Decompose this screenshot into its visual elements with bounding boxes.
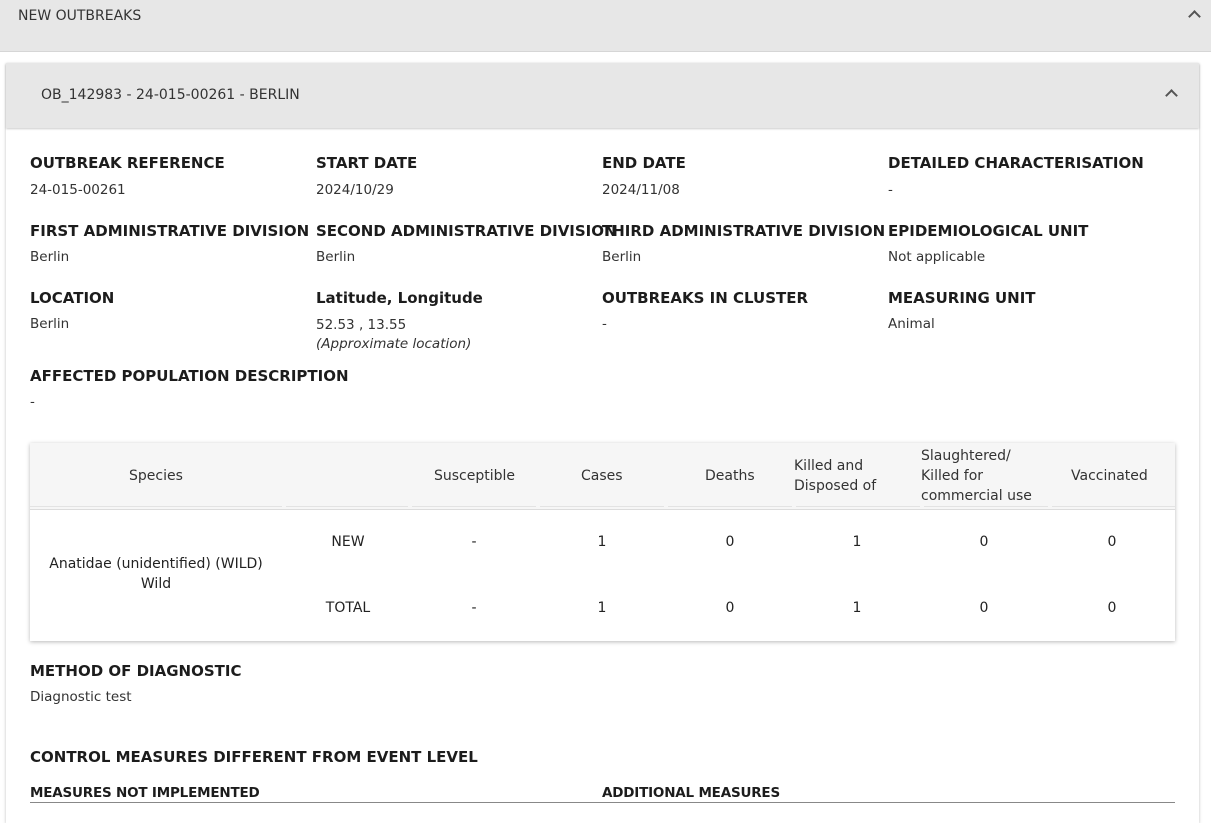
row-label-new: NEW xyxy=(331,534,365,550)
start-date-label: START DATE xyxy=(316,154,418,172)
third-admin-division-value: Berlin xyxy=(602,249,642,265)
location-label: LOCATION xyxy=(30,289,115,307)
end-date-label: END DATE xyxy=(602,154,686,172)
detailed-characterisation-label: DETAILED CHARACTERISATION xyxy=(888,154,1144,172)
cases-header: Cases xyxy=(581,468,623,484)
additional-measures-label: ADDITIONAL MEASURES xyxy=(602,785,780,801)
species-type: Wild xyxy=(140,576,172,592)
outbreak-reference-value: 24-015-00261 xyxy=(30,182,126,198)
slaughtered-header-line: commercial use xyxy=(921,488,1032,504)
vaccinated-header: Vaccinated xyxy=(1071,468,1148,484)
total-deaths: 0 xyxy=(725,600,735,616)
new-vaccinated: 0 xyxy=(1107,534,1117,550)
new-susceptible: - xyxy=(471,534,477,550)
outbreak-panel-header[interactable]: OB_142983 - 24-015-00261 - BERLIN xyxy=(6,63,1199,128)
section-title: NEW OUTBREAKS xyxy=(18,8,142,24)
header-cell-line xyxy=(286,506,408,507)
deaths-header: Deaths xyxy=(705,468,755,484)
start-date-value: 2024/10/29 xyxy=(316,182,394,198)
epidemiological-unit-label: EPIDEMIOLOGICAL UNIT xyxy=(888,222,1089,240)
slaughtered-header: Slaughtered/ Killed for commercial use xyxy=(921,446,1032,506)
total-cases: 1 xyxy=(597,600,607,616)
chevron-up-icon[interactable] xyxy=(1188,10,1201,23)
susceptible-header: Susceptible xyxy=(434,468,516,484)
total-killed: 1 xyxy=(852,600,862,616)
location-value: Berlin xyxy=(30,316,70,332)
slaughtered-header-line: Slaughtered/ xyxy=(921,448,1011,464)
approximate-location-note: (Approximate location) xyxy=(316,336,472,352)
total-susceptible: - xyxy=(471,600,477,616)
header-cell-line xyxy=(412,506,536,507)
detailed-characterisation-value: - xyxy=(888,182,893,198)
killed-header-line: Killed and xyxy=(794,458,864,474)
killed-header-line: Disposed of xyxy=(794,478,877,494)
header-cell-line xyxy=(30,506,282,507)
diagnostic-method-label: METHOD OF DIAGNOSTIC xyxy=(30,662,242,680)
second-admin-division-label: SECOND ADMINISTRATIVE DIVISION xyxy=(316,222,617,240)
species-header: Species xyxy=(129,468,183,484)
diagnostic-method-value: Diagnostic test xyxy=(30,689,132,705)
header-cell-line xyxy=(540,506,664,507)
second-admin-division-value: Berlin xyxy=(316,249,356,265)
outbreaks-in-cluster-value: - xyxy=(602,316,607,332)
end-date-value: 2024/11/08 xyxy=(602,182,680,198)
header-cell-line xyxy=(668,506,792,507)
outbreaks-in-cluster-label: OUTBREAKS IN CLUSTER xyxy=(602,289,809,307)
affected-population-value: - xyxy=(30,394,35,410)
header-cell-line xyxy=(1052,506,1175,507)
row-label-total: TOTAL xyxy=(325,600,371,616)
species-table: Species Susceptible Cases Deaths Killed … xyxy=(30,443,1175,641)
total-vaccinated: 0 xyxy=(1107,600,1117,616)
first-admin-division-value: Berlin xyxy=(30,249,70,265)
control-measures-title: CONTROL MEASURES DIFFERENT FROM EVENT LE… xyxy=(30,748,478,766)
first-admin-division-label: FIRST ADMINISTRATIVE DIVISION xyxy=(30,222,310,240)
measures-divider xyxy=(30,802,1175,803)
table-header: Species Susceptible Cases Deaths Killed … xyxy=(30,443,1175,510)
new-slaughtered: 0 xyxy=(979,534,989,550)
new-outbreaks-header[interactable]: NEW OUTBREAKS xyxy=(0,0,1211,52)
measuring-unit-label: MEASURING UNIT xyxy=(888,289,1036,307)
header-cell-line xyxy=(924,506,1048,507)
slaughtered-header-line: Killed for xyxy=(921,468,984,484)
new-deaths: 0 xyxy=(725,534,735,550)
outbreak-title: OB_142983 - 24-015-00261 - BERLIN xyxy=(41,87,300,103)
measuring-unit-value: Animal xyxy=(888,316,935,332)
affected-population-label: AFFECTED POPULATION DESCRIPTION xyxy=(30,367,349,385)
species-name: Anatidae (unidentified) (WILD) xyxy=(49,556,263,572)
measures-not-implemented-label: MEASURES NOT IMPLEMENTED xyxy=(30,785,260,801)
header-cell-line xyxy=(796,506,920,507)
total-slaughtered: 0 xyxy=(979,600,989,616)
chevron-up-icon[interactable] xyxy=(1165,89,1178,102)
third-admin-division-label: THIRD ADMINISTRATIVE DIVISION xyxy=(602,222,886,240)
lat-lon-value: 52.53 , 13.55 xyxy=(316,317,407,333)
killed-disposed-header: Killed and Disposed of xyxy=(794,456,876,496)
lat-lon-label: Latitude, Longitude xyxy=(316,289,483,307)
epidemiological-unit-value: Not applicable xyxy=(888,249,986,265)
outbreak-reference-label: OUTBREAK REFERENCE xyxy=(30,154,225,172)
new-killed: 1 xyxy=(852,534,862,550)
new-cases: 1 xyxy=(597,534,607,550)
